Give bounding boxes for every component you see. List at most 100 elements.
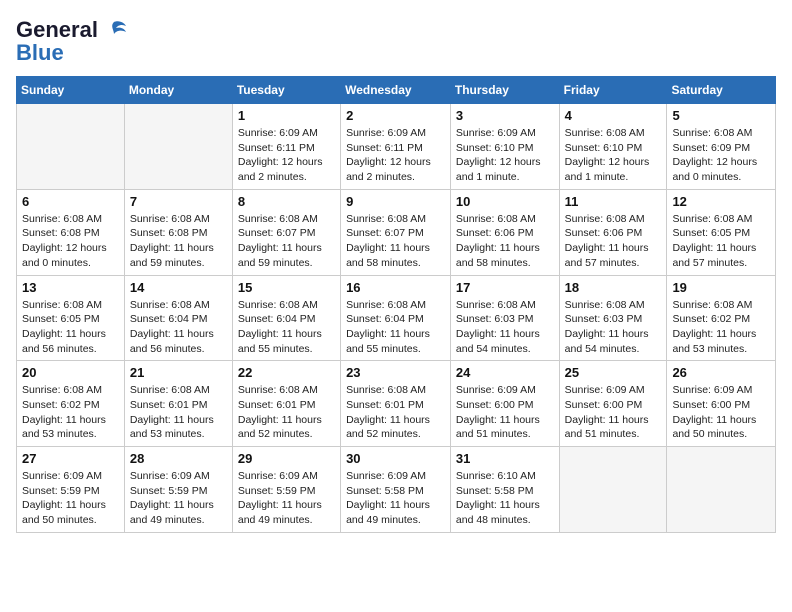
calendar-cell: 22 Sunrise: 6:08 AM Sunset: 6:01 PM Dayli… <box>232 361 340 447</box>
header: General Blue <box>16 16 776 66</box>
day-number: 26 <box>672 365 770 380</box>
day-info: Sunrise: 6:08 AM Sunset: 6:06 PM Dayligh… <box>456 212 554 271</box>
day-number: 15 <box>238 280 335 295</box>
calendar-cell: 5Sunrise: 6:08 AM Sunset: 6:09 PM Daylig… <box>667 104 776 190</box>
day-header-thursday: Thursday <box>450 77 559 104</box>
calendar-body: 1Sunrise: 6:09 AM Sunset: 6:11 PM Daylig… <box>17 104 776 533</box>
day-info: Sunrise: 6:08 AM Sunset: 6:08 PM Dayligh… <box>130 212 227 271</box>
calendar-cell <box>17 104 125 190</box>
day-info: Sunrise: 6:08 AM Sunset: 6:04 PM Dayligh… <box>130 298 227 357</box>
day-info: Sunrise: 6:08 AM Sunset: 6:01 PM Dayligh… <box>130 383 227 442</box>
day-number: 6 <box>22 194 119 209</box>
calendar-week-row: 27Sunrise: 6:09 AM Sunset: 5:59 PM Dayli… <box>17 447 776 533</box>
day-info: Sunrise: 6:08 AM Sunset: 6:02 PM Dayligh… <box>672 298 770 357</box>
day-number: 19 <box>672 280 770 295</box>
day-info: Sunrise: 6:09 AM Sunset: 6:10 PM Dayligh… <box>456 126 554 185</box>
calendar-cell: 12 Sunrise: 6:08 AM Sunset: 6:05 PM Dayli… <box>667 189 776 275</box>
day-number: 13 <box>22 280 119 295</box>
calendar-cell <box>667 447 776 533</box>
day-number: 18 <box>565 280 662 295</box>
day-number: 23 <box>346 365 445 380</box>
calendar-cell: 14 Sunrise: 6:08 AM Sunset: 6:04 PM Dayli… <box>124 275 232 361</box>
calendar-cell: 2 Sunrise: 6:09 AM Sunset: 6:11 PM Daylig… <box>341 104 451 190</box>
calendar-cell: 28 Sunrise: 6:09 AM Sunset: 5:59 PM Dayli… <box>124 447 232 533</box>
calendar-header-row: SundayMondayTuesdayWednesdayThursdayFrid… <box>17 77 776 104</box>
day-number: 11 <box>565 194 662 209</box>
calendar-cell: 19 Sunrise: 6:08 AM Sunset: 6:02 PM Dayli… <box>667 275 776 361</box>
day-info: Sunrise: 6:09 AM Sunset: 6:00 PM Dayligh… <box>565 383 662 442</box>
day-number: 8 <box>238 194 335 209</box>
day-header-wednesday: Wednesday <box>341 77 451 104</box>
day-number: 20 <box>22 365 119 380</box>
day-number: 9 <box>346 194 445 209</box>
day-header-tuesday: Tuesday <box>232 77 340 104</box>
day-info: Sunrise: 6:09 AM Sunset: 5:59 PM Dayligh… <box>130 469 227 528</box>
day-number: 29 <box>238 451 335 466</box>
day-info: Sunrise: 6:08 AM Sunset: 6:10 PM Dayligh… <box>565 126 662 185</box>
day-header-monday: Monday <box>124 77 232 104</box>
calendar-cell: 10 Sunrise: 6:08 AM Sunset: 6:06 PM Dayli… <box>450 189 559 275</box>
day-info: Sunrise: 6:08 AM Sunset: 6:03 PM Dayligh… <box>565 298 662 357</box>
day-number: 16 <box>346 280 445 295</box>
day-info: Sunrise: 6:08 AM Sunset: 6:03 PM Dayligh… <box>456 298 554 357</box>
calendar-cell: 3 Sunrise: 6:09 AM Sunset: 6:10 PM Daylig… <box>450 104 559 190</box>
calendar-week-row: 1Sunrise: 6:09 AM Sunset: 6:11 PM Daylig… <box>17 104 776 190</box>
logo-bird-icon <box>100 16 128 44</box>
calendar-cell: 11Sunrise: 6:08 AM Sunset: 6:06 PM Dayli… <box>559 189 667 275</box>
day-info: Sunrise: 6:09 AM Sunset: 5:59 PM Dayligh… <box>22 469 119 528</box>
day-number: 10 <box>456 194 554 209</box>
day-header-friday: Friday <box>559 77 667 104</box>
calendar-cell: 7 Sunrise: 6:08 AM Sunset: 6:08 PM Daylig… <box>124 189 232 275</box>
day-number: 12 <box>672 194 770 209</box>
day-info: Sunrise: 6:09 AM Sunset: 6:11 PM Dayligh… <box>238 126 335 185</box>
logo: General Blue <box>16 16 128 66</box>
day-info: Sunrise: 6:08 AM Sunset: 6:04 PM Dayligh… <box>346 298 445 357</box>
day-number: 25 <box>565 365 662 380</box>
day-info: Sunrise: 6:09 AM Sunset: 6:11 PM Dayligh… <box>346 126 445 185</box>
calendar-cell <box>559 447 667 533</box>
day-number: 3 <box>456 108 554 123</box>
calendar-cell: 29Sunrise: 6:09 AM Sunset: 5:59 PM Dayli… <box>232 447 340 533</box>
calendar-cell: 25 Sunrise: 6:09 AM Sunset: 6:00 PM Dayli… <box>559 361 667 447</box>
day-number: 17 <box>456 280 554 295</box>
calendar-cell: 4Sunrise: 6:08 AM Sunset: 6:10 PM Daylig… <box>559 104 667 190</box>
day-number: 24 <box>456 365 554 380</box>
calendar-cell: 6 Sunrise: 6:08 AM Sunset: 6:08 PM Daylig… <box>17 189 125 275</box>
calendar: SundayMondayTuesdayWednesdayThursdayFrid… <box>16 76 776 533</box>
day-number: 31 <box>456 451 554 466</box>
calendar-week-row: 13 Sunrise: 6:08 AM Sunset: 6:05 PM Dayli… <box>17 275 776 361</box>
day-number: 2 <box>346 108 445 123</box>
day-header-saturday: Saturday <box>667 77 776 104</box>
calendar-cell: 13 Sunrise: 6:08 AM Sunset: 6:05 PM Dayli… <box>17 275 125 361</box>
day-info: Sunrise: 6:08 AM Sunset: 6:02 PM Dayligh… <box>22 383 119 442</box>
day-header-sunday: Sunday <box>17 77 125 104</box>
day-info: Sunrise: 6:08 AM Sunset: 6:08 PM Dayligh… <box>22 212 119 271</box>
day-info: Sunrise: 6:08 AM Sunset: 6:07 PM Dayligh… <box>238 212 335 271</box>
day-info: Sunrise: 6:09 AM Sunset: 6:00 PM Dayligh… <box>456 383 554 442</box>
calendar-cell: 15 Sunrise: 6:08 AM Sunset: 6:04 PM Dayli… <box>232 275 340 361</box>
day-number: 28 <box>130 451 227 466</box>
day-info: Sunrise: 6:08 AM Sunset: 6:07 PM Dayligh… <box>346 212 445 271</box>
day-info: Sunrise: 6:08 AM Sunset: 6:04 PM Dayligh… <box>238 298 335 357</box>
day-number: 7 <box>130 194 227 209</box>
calendar-cell <box>124 104 232 190</box>
day-number: 21 <box>130 365 227 380</box>
calendar-week-row: 6 Sunrise: 6:08 AM Sunset: 6:08 PM Daylig… <box>17 189 776 275</box>
day-number: 22 <box>238 365 335 380</box>
day-number: 5 <box>672 108 770 123</box>
day-info: Sunrise: 6:08 AM Sunset: 6:01 PM Dayligh… <box>238 383 335 442</box>
calendar-cell: 21 Sunrise: 6:08 AM Sunset: 6:01 PM Dayli… <box>124 361 232 447</box>
calendar-cell: 8 Sunrise: 6:08 AM Sunset: 6:07 PM Daylig… <box>232 189 340 275</box>
day-info: Sunrise: 6:08 AM Sunset: 6:05 PM Dayligh… <box>22 298 119 357</box>
calendar-cell: 16 Sunrise: 6:08 AM Sunset: 6:04 PM Dayli… <box>341 275 451 361</box>
calendar-week-row: 20 Sunrise: 6:08 AM Sunset: 6:02 PM Dayli… <box>17 361 776 447</box>
day-info: Sunrise: 6:08 AM Sunset: 6:05 PM Dayligh… <box>672 212 770 271</box>
calendar-cell: 17 Sunrise: 6:08 AM Sunset: 6:03 PM Dayli… <box>450 275 559 361</box>
day-number: 30 <box>346 451 445 466</box>
calendar-cell: 20 Sunrise: 6:08 AM Sunset: 6:02 PM Dayli… <box>17 361 125 447</box>
day-info: Sunrise: 6:09 AM Sunset: 5:58 PM Dayligh… <box>346 469 445 528</box>
calendar-cell: 27Sunrise: 6:09 AM Sunset: 5:59 PM Dayli… <box>17 447 125 533</box>
calendar-cell: 23Sunrise: 6:08 AM Sunset: 6:01 PM Dayli… <box>341 361 451 447</box>
day-number: 14 <box>130 280 227 295</box>
calendar-cell: 18 Sunrise: 6:08 AM Sunset: 6:03 PM Dayli… <box>559 275 667 361</box>
